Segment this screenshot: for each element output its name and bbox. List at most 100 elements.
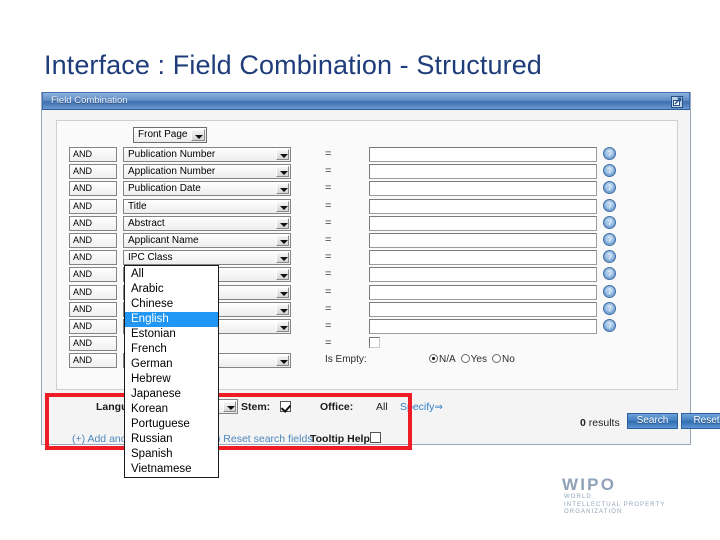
field-select[interactable]: Application Number [123, 164, 291, 180]
search-row: AND Title =? [57, 198, 677, 216]
field-value-input[interactable] [369, 181, 597, 197]
field-value-input[interactable] [369, 147, 597, 162]
language-dropdown-list[interactable]: All Arabic Chinese English Estonian French Ger… [124, 265, 219, 478]
language-option[interactable]: Spanish [125, 447, 218, 462]
language-option[interactable]: Portuguese [125, 417, 218, 432]
radio-label: Yes [470, 354, 487, 366]
equals-operator: = [325, 268, 332, 281]
operator-select[interactable]: AND [69, 301, 117, 317]
chevron-down-icon[interactable] [276, 149, 289, 160]
help-icon[interactable]: ? [603, 284, 616, 298]
page-title: Interface : Field Combination - Structur… [44, 50, 542, 80]
language-option[interactable]: All [125, 267, 218, 282]
operator-select[interactable]: AND [69, 336, 117, 352]
field-value-input[interactable] [369, 198, 597, 214]
field-select[interactable]: Publication Date [123, 181, 291, 197]
equals-operator: = [325, 148, 332, 160]
help-icon[interactable]: ? [603, 318, 616, 332]
equals-operator: = [325, 302, 332, 315]
chevron-down-icon[interactable] [276, 234, 289, 246]
field-value-input[interactable] [369, 164, 597, 180]
chevron-down-icon[interactable] [276, 355, 289, 367]
language-option[interactable]: Estonian [125, 327, 218, 342]
help-icon[interactable]: ? [603, 232, 616, 246]
equals-operator: = [325, 337, 332, 350]
operator-select[interactable]: AND [69, 284, 117, 300]
form-body: Front Page AND Publication Number =? AND App… [42, 110, 720, 478]
operator-select[interactable]: AND [69, 250, 117, 266]
language-option[interactable]: Chinese [125, 297, 218, 312]
equals-operator: = [325, 165, 332, 178]
operator-select[interactable]: AND [69, 267, 117, 283]
chevron-down-icon[interactable] [191, 129, 205, 141]
operator-select[interactable]: AND [69, 181, 117, 197]
chevron-down-icon[interactable] [276, 200, 289, 212]
operator-select[interactable]: AND [69, 318, 117, 334]
field-select[interactable]: Applicant Name [123, 232, 291, 248]
field-value-input[interactable] [369, 215, 597, 231]
svg-text:?: ? [607, 149, 612, 158]
operator-select[interactable]: AND [69, 198, 117, 214]
radio-yes[interactable] [460, 354, 470, 364]
reset-button[interactable]: Reset [681, 413, 720, 429]
equals-operator: = [325, 216, 332, 229]
language-option[interactable]: Hebrew [125, 372, 218, 387]
radio-label: No [502, 354, 515, 366]
field-select[interactable]: IPC Class [123, 250, 291, 266]
front-page-select[interactable]: Front Page [133, 127, 207, 143]
language-option[interactable]: Vietnamese [125, 462, 218, 477]
chevron-down-icon[interactable] [276, 183, 289, 195]
field-select[interactable]: Publication Number [123, 147, 291, 162]
radio-no[interactable] [492, 354, 501, 364]
language-option[interactable]: Korean [125, 402, 218, 417]
highlight-box [45, 393, 412, 450]
field-value-input[interactable] [369, 232, 597, 248]
operator-select[interactable]: AND [69, 215, 117, 231]
search-button[interactable]: Search [627, 413, 678, 429]
window-titlebar: Field Combination [42, 92, 690, 110]
help-icon[interactable]: ? [603, 181, 616, 195]
field-value-input[interactable] [369, 284, 597, 300]
language-option[interactable]: English [125, 312, 218, 327]
field-value-input[interactable] [369, 267, 597, 283]
chevron-down-icon[interactable] [276, 166, 289, 178]
chevron-down-icon[interactable] [276, 252, 289, 264]
slide-canvas: Interface : Field Combination - Structur… [0, 0, 720, 540]
wipo-logo-line1: WORLD [564, 494, 592, 500]
svg-text:?: ? [607, 270, 612, 279]
help-icon[interactable]: ? [603, 301, 616, 315]
help-icon[interactable]: ? [603, 164, 616, 178]
help-icon[interactable]: ? [603, 250, 616, 264]
help-icon[interactable]: ? [603, 147, 616, 160]
radio-n-a[interactable] [429, 354, 438, 364]
availability-checkbox[interactable] [369, 337, 380, 349]
field-select[interactable]: Abstract [123, 215, 291, 231]
help-icon[interactable]: ? [603, 215, 616, 229]
chevron-down-icon[interactable] [276, 286, 289, 298]
is-empty-radios: N/A Yes No [429, 354, 520, 365]
operator-select[interactable]: AND [69, 164, 117, 180]
chevron-down-icon[interactable] [276, 320, 289, 332]
field-value-input[interactable] [369, 301, 597, 317]
operator-select[interactable]: AND [69, 147, 117, 162]
field-select[interactable]: Title [123, 198, 291, 214]
language-option[interactable]: Japanese [125, 387, 218, 402]
language-option[interactable]: Arabic [125, 282, 218, 297]
language-option[interactable]: Russian [125, 432, 218, 447]
svg-text:?: ? [607, 321, 612, 330]
field-value-input[interactable] [369, 318, 597, 334]
restore-window-icon[interactable] [671, 96, 683, 108]
chevron-down-icon[interactable] [276, 269, 289, 281]
language-option[interactable]: French [125, 342, 218, 357]
help-icon[interactable]: ? [603, 198, 616, 212]
operator-select[interactable]: AND [69, 232, 117, 248]
wipo-logo-line2: INTELLECTUAL PROPERTY [564, 501, 666, 508]
operator-select[interactable]: AND [69, 353, 117, 369]
arrow-right-icon: ⇒ [434, 402, 443, 413]
chevron-down-icon[interactable] [276, 217, 289, 229]
chevron-down-icon[interactable] [276, 303, 289, 315]
language-option[interactable]: German [125, 357, 218, 372]
field-value-input[interactable] [369, 250, 597, 266]
help-icon[interactable]: ? [603, 267, 616, 281]
search-row: AND Application Number =? [57, 164, 677, 181]
